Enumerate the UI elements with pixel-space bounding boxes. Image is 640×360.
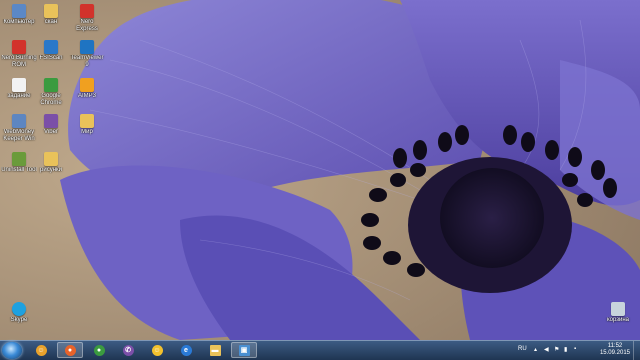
viber-icon (44, 114, 58, 128)
desktop-icon-label: FSIScan (39, 55, 63, 61)
user-icon: ☺ (35, 344, 47, 356)
folder-icon (44, 4, 58, 18)
desktop-icon-uninstall-tool[interactable]: Uninstall Tool (1, 152, 37, 174)
desktop-icon-label: Viber (44, 129, 58, 135)
desktop-icon-google-chrome[interactable]: Google Chrome (33, 78, 69, 107)
firefox-icon: ● (64, 344, 76, 356)
desktop-icon-webmoney[interactable]: WebMoney Keeper Win (1, 114, 37, 143)
clock[interactable]: 11:52 15.09.2015 (600, 343, 630, 357)
uninstall-icon (12, 152, 26, 166)
desktop-icon-label: Google Chrome (40, 93, 62, 106)
desktop-icon-recycle-bin[interactable]: корзина (600, 302, 636, 324)
nero-icon (80, 4, 94, 18)
aimp-icon (80, 78, 94, 92)
taskbar: ☺ ● ● ✆ ☺ e ▬ ▣ RU ▴ ◀ ⚑ ▮ ▪ 11:52 15.09… (0, 340, 640, 360)
skype-icon (12, 302, 26, 316)
viber-icon: ✆ (122, 344, 134, 356)
clock-time: 11:52 (607, 343, 623, 349)
desktop-icon-label: Мир (81, 129, 93, 135)
internet-explorer-icon: e (180, 344, 192, 356)
document-icon (12, 78, 26, 92)
system-tray: RU ▴ ◀ ⚑ ▮ ▪ 11:52 15.09.2015 (510, 341, 640, 360)
desktop-icon-fsiscan[interactable]: FSIScan (33, 40, 69, 62)
desktop-icon-label: скан (44, 19, 58, 25)
chrome-icon: ● (93, 344, 105, 356)
webmoney-icon (12, 114, 26, 128)
power-icon[interactable]: ▪ (574, 346, 576, 352)
computer-icon (12, 4, 26, 18)
taskbar-app-internet-explorer[interactable]: e (173, 342, 199, 358)
desktop-icon-zadanie[interactable]: задание (1, 78, 37, 100)
desktop-icon-label: рисунки (40, 167, 62, 173)
folder-icon (44, 152, 58, 166)
desktop-icon-aimp3[interactable]: AIMP3 (69, 78, 105, 100)
recycle-bin-icon (611, 302, 625, 316)
desktop-icon-nero-express[interactable]: Nero Express (69, 4, 105, 33)
desktop-icon-label: WebMoney Keeper Win (3, 129, 35, 142)
tray-overflow-icon[interactable]: ▴ (534, 346, 537, 353)
taskbar-app-user[interactable]: ☺ (28, 342, 54, 358)
taskbar-app-firefox[interactable]: ● (57, 342, 83, 358)
desktop-icon-risunki-folder[interactable]: рисунки (33, 152, 69, 174)
desktop-icon-nero-burning-rom[interactable]: Nero Burning ROM (1, 40, 37, 69)
desktop-icon-label: Uninstall Tool (1, 167, 37, 173)
flag-icon[interactable]: ⚑ (554, 346, 559, 353)
scanner-icon (44, 40, 58, 54)
taskbar-app-messenger[interactable]: ☺ (144, 342, 170, 358)
messenger-icon: ☺ (151, 344, 163, 356)
desktop-icon-label: TeamViewer 9 (70, 55, 104, 68)
desktop-icon-label: AIMP3 (77, 93, 96, 99)
network-icon[interactable]: ▮ (564, 346, 567, 353)
taskbar-app-chrome[interactable]: ● (86, 342, 112, 358)
folder-icon (80, 114, 94, 128)
desktop-icon-computer[interactable]: Компьютер (1, 4, 37, 26)
language-indicator[interactable]: RU (518, 346, 527, 352)
start-button[interactable] (2, 342, 22, 359)
show-desktop-button[interactable] (633, 341, 640, 360)
teamviewer-icon (80, 40, 94, 54)
nero-burning-icon (12, 40, 26, 54)
desktop-icon-label: Компьютер (3, 19, 35, 25)
desktop-icon-label: Nero Express (76, 19, 98, 32)
taskbar-app-explorer[interactable]: ▬ (202, 342, 228, 358)
explorer-folder-icon: ▬ (209, 344, 221, 356)
desktop-icon-label: Skype (10, 317, 28, 323)
desktop-icon-skype[interactable]: Skype (1, 302, 37, 324)
taskbar-app-remote-desktop[interactable]: ▣ (231, 342, 257, 358)
desktop-icon-teamviewer[interactable]: TeamViewer 9 (69, 40, 105, 69)
desktop-icon-scan-folder[interactable]: скан (33, 4, 69, 26)
volume-icon[interactable]: ◀ (544, 346, 549, 353)
desktop-icon-label: задание (7, 93, 31, 99)
desktop-icon-viber[interactable]: Viber (33, 114, 69, 136)
chrome-icon (44, 78, 58, 92)
remote-desktop-icon: ▣ (238, 344, 250, 356)
desktop-icon-label: корзина (606, 317, 630, 323)
clock-date: 15.09.2015 (599, 350, 630, 356)
desktop-icon-mir-folder[interactable]: Мир (69, 114, 105, 136)
taskbar-app-viber[interactable]: ✆ (115, 342, 141, 358)
desktop-icon-label: Nero Burning ROM (1, 55, 37, 68)
